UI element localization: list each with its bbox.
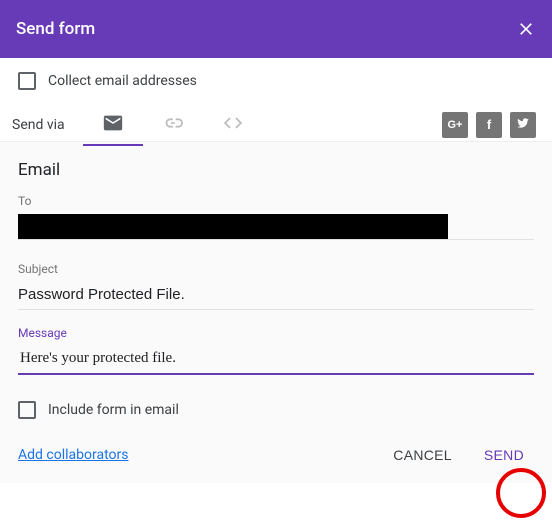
share-twitter[interactable] bbox=[510, 112, 536, 138]
embed-icon bbox=[222, 112, 244, 138]
email-heading: Email bbox=[18, 160, 534, 180]
message-label: Message bbox=[18, 326, 534, 340]
subject-label: Subject bbox=[18, 262, 534, 276]
to-input[interactable] bbox=[18, 214, 448, 239]
tab-email[interactable] bbox=[83, 105, 143, 145]
gplus-icon: G+ bbox=[448, 119, 463, 131]
send-via-label: Send via bbox=[12, 117, 65, 133]
to-field: To bbox=[18, 194, 534, 240]
subject-input[interactable] bbox=[18, 282, 534, 310]
cancel-button[interactable]: CANCEL bbox=[383, 439, 462, 471]
message-input[interactable] bbox=[18, 346, 534, 375]
subject-field: Subject bbox=[18, 262, 534, 310]
twitter-icon bbox=[516, 116, 530, 133]
send-button[interactable]: SEND bbox=[474, 439, 534, 471]
facebook-icon: f bbox=[487, 117, 491, 132]
email-icon bbox=[102, 112, 124, 138]
email-panel: Email To Subject Message Include form in… bbox=[0, 142, 552, 483]
link-icon bbox=[162, 112, 184, 138]
share-facebook[interactable]: f bbox=[476, 112, 502, 138]
footer-actions: CANCEL SEND bbox=[383, 439, 534, 471]
to-label: To bbox=[18, 194, 534, 208]
close-icon[interactable] bbox=[516, 19, 536, 39]
include-form-checkbox[interactable] bbox=[18, 401, 36, 419]
dialog-header: Send form bbox=[0, 0, 552, 58]
to-underline bbox=[18, 239, 534, 240]
send-via-row: Send via G+ f bbox=[0, 98, 552, 142]
tab-embed[interactable] bbox=[203, 105, 263, 145]
social-share-group: G+ f bbox=[442, 112, 536, 138]
share-google-plus[interactable]: G+ bbox=[442, 112, 468, 138]
include-form-row: Include form in email bbox=[18, 391, 534, 439]
collect-addresses-checkbox[interactable] bbox=[18, 72, 36, 90]
tab-link[interactable] bbox=[143, 105, 203, 145]
collect-addresses-row: Collect email addresses bbox=[0, 58, 552, 98]
include-form-label: Include form in email bbox=[48, 402, 179, 418]
message-field: Message bbox=[18, 326, 534, 375]
dialog-title: Send form bbox=[16, 19, 95, 39]
dialog-footer: Add collaborators CANCEL SEND bbox=[18, 439, 534, 471]
collect-addresses-label: Collect email addresses bbox=[48, 73, 197, 89]
add-collaborators-link[interactable]: Add collaborators bbox=[18, 447, 128, 463]
